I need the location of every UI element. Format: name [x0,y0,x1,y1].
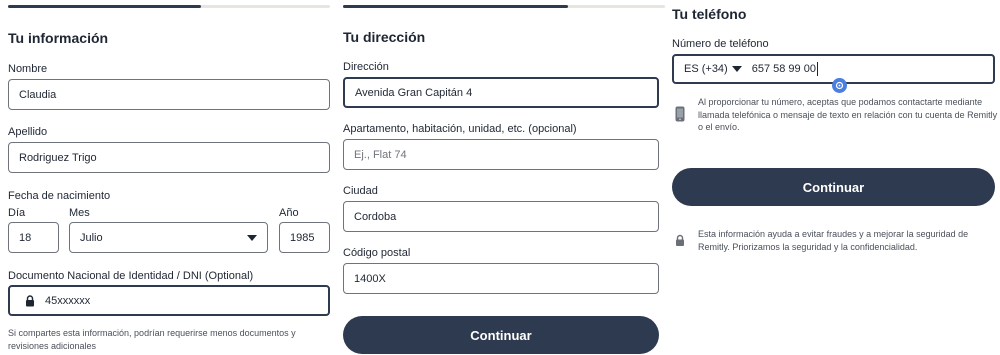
continue-button[interactable]: Continuar [343,316,659,354]
last-name-label: Apellido [8,126,48,138]
progress-fill [343,5,569,8]
city-field[interactable]: Cordoba [343,201,659,232]
last-name-field[interactable]: Rodriguez Trigo [8,142,330,173]
phone-number-label: Número de teléfono [672,38,769,50]
first-name-value: Claudia [19,88,57,101]
key-icon[interactable] [832,78,847,93]
chevron-down-icon [247,235,257,241]
key-glyph-icon [835,81,844,90]
chevron-down-icon [731,66,742,72]
phone-icon [675,106,685,122]
country-code-select[interactable]: ES (+34) [684,63,742,75]
dni-note: Si compartes esta información, podrían r… [8,328,296,351]
postal-code-label: Código postal [343,247,411,259]
month-select[interactable]: Julio [69,222,268,253]
address-panel: Tu dirección Dirección Avenida Gran Capi… [336,0,666,355]
birth-date-label: Fecha de nacimiento [8,190,111,202]
first-name-label: Nombre [8,63,48,75]
progress-bar [8,5,330,8]
city-label: Ciudad [343,185,378,197]
phone-panel: Tu teléfono Número de teléfono ES (+34) … [666,0,1000,355]
country-code-value: ES (+34) [684,63,728,75]
day-field[interactable]: 18 [8,222,59,253]
lock-icon [26,294,34,306]
street-label: Dirección [343,61,389,73]
page-title: Tu dirección [343,29,426,45]
phone-number-value: 657 58 99 00 [751,63,816,75]
progress-bar [343,5,665,8]
security-text: Esta información ayuda a evitar fraudes … [698,229,969,252]
personal-info-panel: Tu información Nombre Claudia Apellido R… [0,0,336,355]
apartment-placeholder: Ej., Flat 74 [354,148,407,161]
page-title: Tu teléfono [672,6,747,22]
consent-text: Al proporcionar tu número, aceptas que p… [698,97,998,132]
progress-fill [8,5,202,8]
street-field[interactable]: Avenida Gran Capitán 4 [343,77,659,108]
apartment-label: Apartamento, habitación, unidad, etc. (o… [343,123,577,135]
apartment-field[interactable]: Ej., Flat 74 [343,139,659,170]
year-value: 1985 [290,231,315,244]
continue-button[interactable]: Continuar [672,168,995,206]
postal-code-field[interactable]: 1400X [343,263,659,294]
first-name-field[interactable]: Claudia [8,79,330,110]
street-value: Avenida Gran Capitán 4 [355,86,473,99]
postal-code-value: 1400X [354,272,386,285]
city-value: Cordoba [354,210,397,223]
day-label: Día [8,207,26,219]
dni-label: Documento Nacional de Identidad / DNI (O… [8,270,254,282]
year-label: Año [279,207,299,219]
year-field[interactable]: 1985 [279,222,330,253]
month-value: Julio [80,231,103,244]
last-name-value: Rodriguez Trigo [19,151,97,164]
dni-field[interactable]: 45xxxxxx [8,285,330,316]
page-title: Tu información [8,30,109,46]
lock-icon [676,234,684,246]
day-value: 18 [19,231,32,244]
month-label: Mes [69,207,90,219]
text-cursor [816,62,818,76]
dni-value: 45xxxxxx [45,294,91,307]
